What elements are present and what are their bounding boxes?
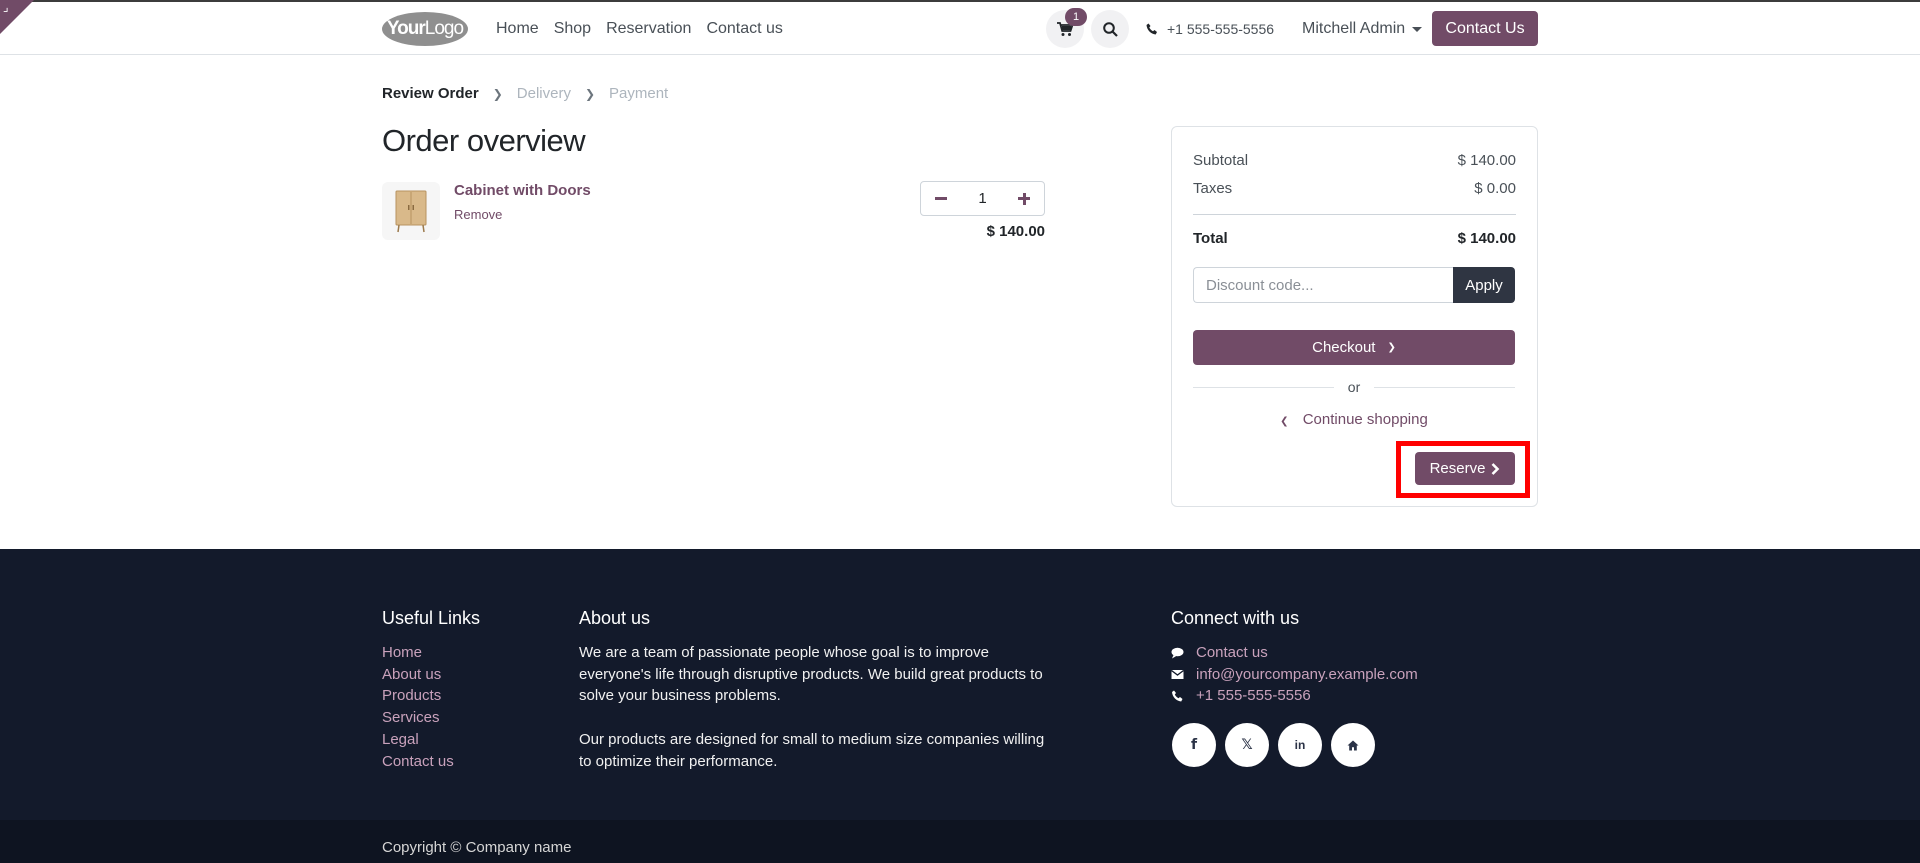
apply-button[interactable]: Apply: [1453, 267, 1515, 303]
site-footer: Useful Links Home About us Products Serv…: [0, 549, 1920, 820]
edit-corner-badge[interactable]: ⌟: [0, 0, 34, 34]
corner-icon: ⌟: [3, 0, 9, 14]
continue-shopping-link[interactable]: ❮ Continue shopping: [1193, 411, 1515, 428]
nav-contact[interactable]: Contact us: [706, 20, 782, 38]
reserve-button[interactable]: Reserve: [1415, 452, 1515, 485]
footer-link-services[interactable]: Services: [382, 707, 454, 729]
reserve-label: Reserve: [1429, 460, 1486, 477]
search-button[interactable]: [1091, 10, 1129, 48]
or-separator: or: [1193, 377, 1516, 397]
or-label: or: [1347, 379, 1361, 395]
subtotal-value: $ 140.00: [1457, 152, 1516, 169]
user-name: Mitchell Admin: [1302, 20, 1406, 37]
separator-line: [1193, 386, 1334, 388]
social-links: f 𝕏 in: [1172, 723, 1375, 767]
chevron-left-icon: ❮: [1280, 416, 1289, 427]
product-image[interactable]: [382, 182, 440, 240]
connect-title: Connect with us: [1171, 608, 1300, 628]
nav-shop[interactable]: Shop: [554, 20, 591, 38]
subtotal-label: Subtotal: [1193, 152, 1249, 169]
user-menu[interactable]: Mitchell Admin: [1302, 20, 1423, 38]
contact-link: Contact us: [1196, 644, 1268, 661]
phone-row[interactable]: +1 555-555-5556: [1171, 685, 1418, 707]
home-icon: [1347, 740, 1359, 750]
about-text: We are a team of passionate people whose…: [579, 642, 1049, 772]
email-link: info@yourcompany.example.com: [1196, 665, 1418, 683]
header-phone[interactable]: +1 555-555-5556: [1146, 21, 1274, 37]
cabinet-image: [395, 190, 427, 233]
phone-icon: [1146, 23, 1157, 35]
remove-link[interactable]: Remove: [454, 207, 502, 222]
about-title: About us: [579, 608, 651, 628]
x-button[interactable]: 𝕏: [1225, 723, 1269, 767]
step-payment: Payment: [609, 85, 669, 102]
product-name[interactable]: Cabinet with Doors: [454, 182, 591, 199]
summary-divider: [1193, 214, 1516, 215]
continue-shopping-label: Continue shopping: [1302, 411, 1428, 428]
site-header: YourLogo Home Shop Reservation Contact u…: [0, 2, 1920, 55]
linkedin-button[interactable]: in: [1278, 723, 1322, 767]
checkout-label: Checkout: [1312, 339, 1376, 356]
chevron-right-icon: [1492, 462, 1500, 475]
step-review-order: Review Order: [382, 85, 479, 102]
chevron-right-icon: ❯: [1387, 342, 1396, 353]
taxes-label: Taxes: [1193, 180, 1233, 197]
footer-phone: +1 555-555-5556: [1196, 687, 1311, 705]
useful-links-title: Useful Links: [382, 608, 481, 628]
envelope-icon: [1171, 670, 1184, 680]
site-logo[interactable]: YourLogo: [382, 12, 468, 46]
discount-form: Apply: [1193, 267, 1515, 303]
subtotal-row: Subtotal $ 140.00: [1193, 152, 1516, 169]
contact-us-button[interactable]: Contact Us: [1432, 11, 1538, 46]
email-row[interactable]: info@yourcompany.example.com: [1171, 664, 1418, 686]
footer-link-home[interactable]: Home: [382, 642, 454, 664]
footer-link-products[interactable]: Products: [382, 685, 454, 707]
home-button[interactable]: [1331, 723, 1375, 767]
x-icon: 𝕏: [1241, 737, 1253, 753]
nav-reservation[interactable]: Reservation: [606, 20, 691, 38]
footer-link-legal[interactable]: Legal: [382, 729, 454, 751]
footer-link-about[interactable]: About us: [382, 664, 454, 686]
total-value: $ 140.00: [1457, 230, 1516, 247]
separator-line: [1374, 386, 1516, 388]
discount-code-input[interactable]: [1193, 267, 1453, 303]
facebook-button[interactable]: f: [1172, 723, 1216, 767]
chevron-right-icon: ❯: [492, 86, 503, 101]
step-delivery: Delivery: [516, 85, 571, 102]
checkout-button[interactable]: Checkout ❯: [1193, 330, 1515, 365]
cart-count-badge: 1: [1065, 8, 1087, 26]
main-nav: Home Shop Reservation Contact us: [496, 20, 783, 38]
total-label: Total: [1193, 230, 1228, 247]
phone-icon: [1172, 690, 1183, 702]
taxes-row: Taxes $ 0.00: [1193, 180, 1516, 197]
contact-row[interactable]: Contact us: [1171, 642, 1418, 664]
copyright: Copyright © Company name: [0, 820, 1920, 863]
connect-list: Contact us info@yourcompany.example.com …: [1171, 642, 1418, 707]
chevron-right-icon: ❯: [584, 86, 596, 101]
facebook-icon: f: [1190, 737, 1198, 753]
checkout-steps: Review Order ❯ Delivery ❯ Payment: [382, 85, 668, 102]
about-paragraph-1: We are a team of passionate people whose…: [579, 644, 1043, 705]
useful-links: Home About us Products Services Legal Co…: [382, 642, 454, 772]
total-row: Total $ 140.00: [1193, 230, 1516, 247]
about-paragraph-2: Our products are designed for small to m…: [579, 730, 1045, 770]
quantity-value[interactable]: 1: [978, 190, 986, 207]
comment-icon: [1171, 647, 1184, 659]
page-title: Order overview: [382, 123, 586, 158]
line-price: $ 140.00: [986, 223, 1045, 240]
footer-link-contact[interactable]: Contact us: [382, 751, 454, 773]
minus-icon[interactable]: [935, 197, 947, 200]
search-icon: [1102, 21, 1118, 37]
nav-home[interactable]: Home: [496, 20, 539, 38]
caret-down-icon: [1412, 26, 1423, 32]
header-phone-text: +1 555-555-5556: [1167, 21, 1275, 37]
plus-icon[interactable]: [1018, 192, 1030, 205]
linkedin-icon: in: [1294, 738, 1306, 752]
quantity-stepper: 1: [920, 181, 1045, 216]
taxes-value: $ 0.00: [1474, 180, 1516, 197]
